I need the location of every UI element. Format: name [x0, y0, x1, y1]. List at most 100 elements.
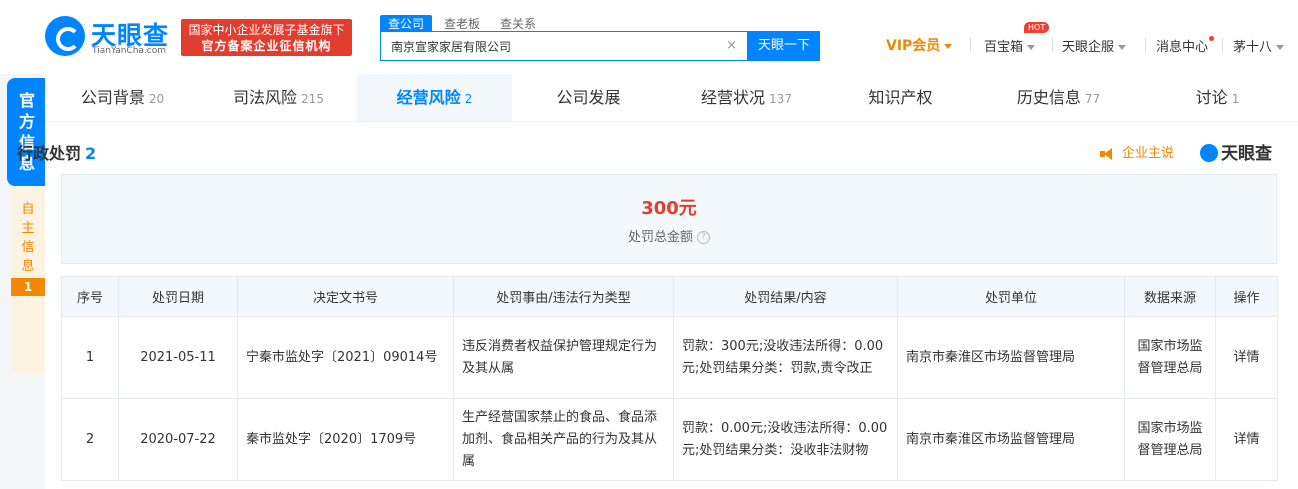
chevron-down-icon	[1276, 45, 1285, 50]
company-says-label: 企业主说	[1122, 146, 1175, 161]
nav-divider	[1222, 38, 1223, 52]
hot-badge: HOT	[1024, 22, 1050, 33]
brand-watermark: 天眼查	[1200, 139, 1272, 164]
nav-divider	[1145, 38, 1146, 52]
cell-doc: 秦市监处字〔2020〕1709号	[237, 398, 454, 481]
cell-doc: 宁秦市监处字〔2021〕09014号	[237, 316, 454, 399]
table-header-row: 序号 处罚日期 决定文书号 处罚事由/违法行为类型 处罚结果/内容 处罚单位 数…	[61, 276, 1278, 317]
tab-intellectual-property[interactable]: 知识产权	[825, 74, 980, 121]
sidebar-item-self-info[interactable]: 自主信息 1	[11, 188, 45, 374]
clear-icon[interactable]: ×	[726, 38, 737, 53]
tab-company-background[interactable]: 公司背景 20	[45, 74, 200, 121]
section-count: 2	[85, 144, 97, 163]
tab-label: 公司背景	[80, 88, 145, 107]
penalty-table: 序号 处罚日期 决定文书号 处罚事由/违法行为类型 处罚结果/内容 处罚单位 数…	[61, 276, 1278, 481]
category-tabs: 公司背景 20 司法风险 215 经营风险 2 公司发展 经营状况 137 知识产权 历…	[45, 74, 1298, 122]
col-header-unit: 处罚单位	[897, 276, 1125, 317]
cell-no: 1	[61, 316, 119, 399]
tab-label: 知识产权	[868, 88, 933, 107]
logo-eye-icon	[1200, 144, 1218, 162]
cell-source: 国家市场监督管理总局	[1124, 398, 1216, 481]
table-row: 2 2020-07-22 秦市监处字〔2020〕1709号 生产经营国家禁止的食…	[61, 398, 1278, 481]
chevron-down-icon	[1027, 45, 1036, 50]
tab-count: 2	[464, 92, 473, 106]
col-header-result: 处罚结果/内容	[673, 276, 898, 317]
company-says-link[interactable]: 企业主说	[1100, 142, 1174, 161]
tab-count: 215	[301, 92, 324, 106]
baibaoxiang-label: 百宝箱	[984, 40, 1024, 55]
tab-label: 司法风险	[233, 88, 298, 107]
cell-reason: 生产经营国家禁止的食品、食品添加剂、食品相关产品的行为及其从属	[453, 398, 674, 481]
details-link[interactable]: 详情	[1215, 398, 1278, 481]
cell-date: 2020-07-22	[118, 398, 238, 481]
tab-count: 137	[769, 92, 792, 106]
nav-divider	[970, 38, 971, 52]
cell-unit: 南京市秦淮区市场监督管理局	[897, 398, 1125, 481]
col-header-no: 序号	[61, 276, 119, 317]
brand-text: 天眼查	[1221, 144, 1272, 164]
self-info-count-badge: 1	[11, 278, 45, 296]
tab-business-status[interactable]: 经营状况 137	[669, 74, 824, 121]
cell-result: 罚款：300元;没收违法所得：0.00元;处罚结果分类：罚款,责令改正	[673, 316, 898, 399]
details-link[interactable]: 详情	[1215, 316, 1278, 399]
summary-label-text: 处罚总金额	[627, 230, 693, 245]
logo-subtext: TianYanCha.com	[92, 46, 167, 56]
tab-count: 1	[1231, 92, 1240, 106]
tab-label: 经营状况	[701, 88, 766, 107]
qifu-menu[interactable]: 天眼企服	[1062, 36, 1127, 56]
badge-line1: 国家中小企业发展子基金旗下	[188, 23, 345, 37]
tab-count: 77	[1084, 92, 1101, 106]
help-icon[interactable]: ?	[697, 231, 710, 244]
penalty-summary: 300元 处罚总金额?	[61, 174, 1277, 264]
cell-reason: 违反消费者权益保护管理规定行为及其从属	[453, 316, 674, 399]
search-button[interactable]: 天眼一下	[748, 31, 820, 61]
cell-source: 国家市场监督管理总局	[1124, 316, 1216, 399]
tab-company-development[interactable]: 公司发展	[513, 74, 668, 121]
user-menu[interactable]: 茅十八	[1233, 36, 1285, 56]
tab-label: 历史信息	[1016, 88, 1081, 107]
tab-operational-risk[interactable]: 经营风险 2	[357, 74, 512, 121]
badge-line2: 官方备案企业征信机构	[201, 39, 332, 53]
table-row: 1 2021-05-11 宁秦市监处字〔2021〕09014号 违反消费者权益保…	[61, 316, 1278, 399]
cell-unit: 南京市秦淮区市场监督管理局	[897, 316, 1125, 399]
tab-discussion[interactable]: 讨论 1	[1137, 74, 1298, 121]
baibaoxiang-menu[interactable]: 百宝箱	[984, 36, 1036, 56]
tab-history-info[interactable]: 历史信息 77	[981, 74, 1136, 121]
self-info-label: 自主信息	[21, 202, 35, 274]
chevron-down-icon	[944, 43, 953, 49]
cell-date: 2021-05-11	[118, 316, 238, 399]
tianyancha-logo[interactable]: 天眼查 TianYanCha.com	[45, 14, 175, 62]
cell-no: 2	[61, 398, 119, 481]
official-badge: 国家中小企业发展子基金旗下 官方备案企业征信机构	[181, 19, 352, 56]
search-type-tabs: 查公司 查老板 查关系	[380, 13, 548, 33]
cell-result: 罚款：0.00元;没收违法所得：0.00元;处罚结果分类：没收非法财物	[673, 398, 898, 481]
tab-count: 20	[148, 92, 165, 106]
search-input[interactable]	[381, 32, 721, 60]
total-penalty-label: 处罚总金额?	[62, 226, 1276, 245]
section-title-text: 行政处罚	[17, 144, 82, 163]
col-header-source: 数据来源	[1124, 276, 1216, 317]
nav-divider	[1052, 38, 1053, 52]
tab-label: 经营风险	[396, 88, 461, 107]
speaker-icon	[1100, 147, 1116, 160]
chevron-down-icon	[1118, 45, 1127, 50]
col-header-date[interactable]: 处罚日期	[118, 276, 238, 317]
user-name: 茅十八	[1233, 40, 1273, 55]
tab-judicial-risk[interactable]: 司法风险 215	[201, 74, 356, 121]
logo-eye-icon	[45, 16, 85, 56]
col-header-action: 操作	[1215, 276, 1278, 317]
qifu-label: 天眼企服	[1062, 40, 1115, 55]
col-header-doc: 决定文书号	[237, 276, 454, 317]
tab-label: 公司发展	[556, 88, 621, 107]
messages-label: 消息中心	[1156, 40, 1209, 55]
sidebar-item-official-info[interactable]: 官方信息	[7, 78, 47, 186]
search-box: ×	[380, 31, 748, 61]
tab-label: 讨论	[1195, 88, 1228, 107]
vip-menu[interactable]: VIP会员	[886, 35, 953, 55]
message-center-link[interactable]: 消息中心	[1156, 36, 1215, 56]
section-title: 行政处罚 2	[17, 140, 96, 164]
col-header-reason: 处罚事由/违法行为类型	[453, 276, 674, 317]
notification-dot-icon	[1209, 36, 1215, 41]
vip-label: VIP会员	[886, 38, 941, 54]
total-penalty-amount: 300元	[641, 198, 697, 219]
